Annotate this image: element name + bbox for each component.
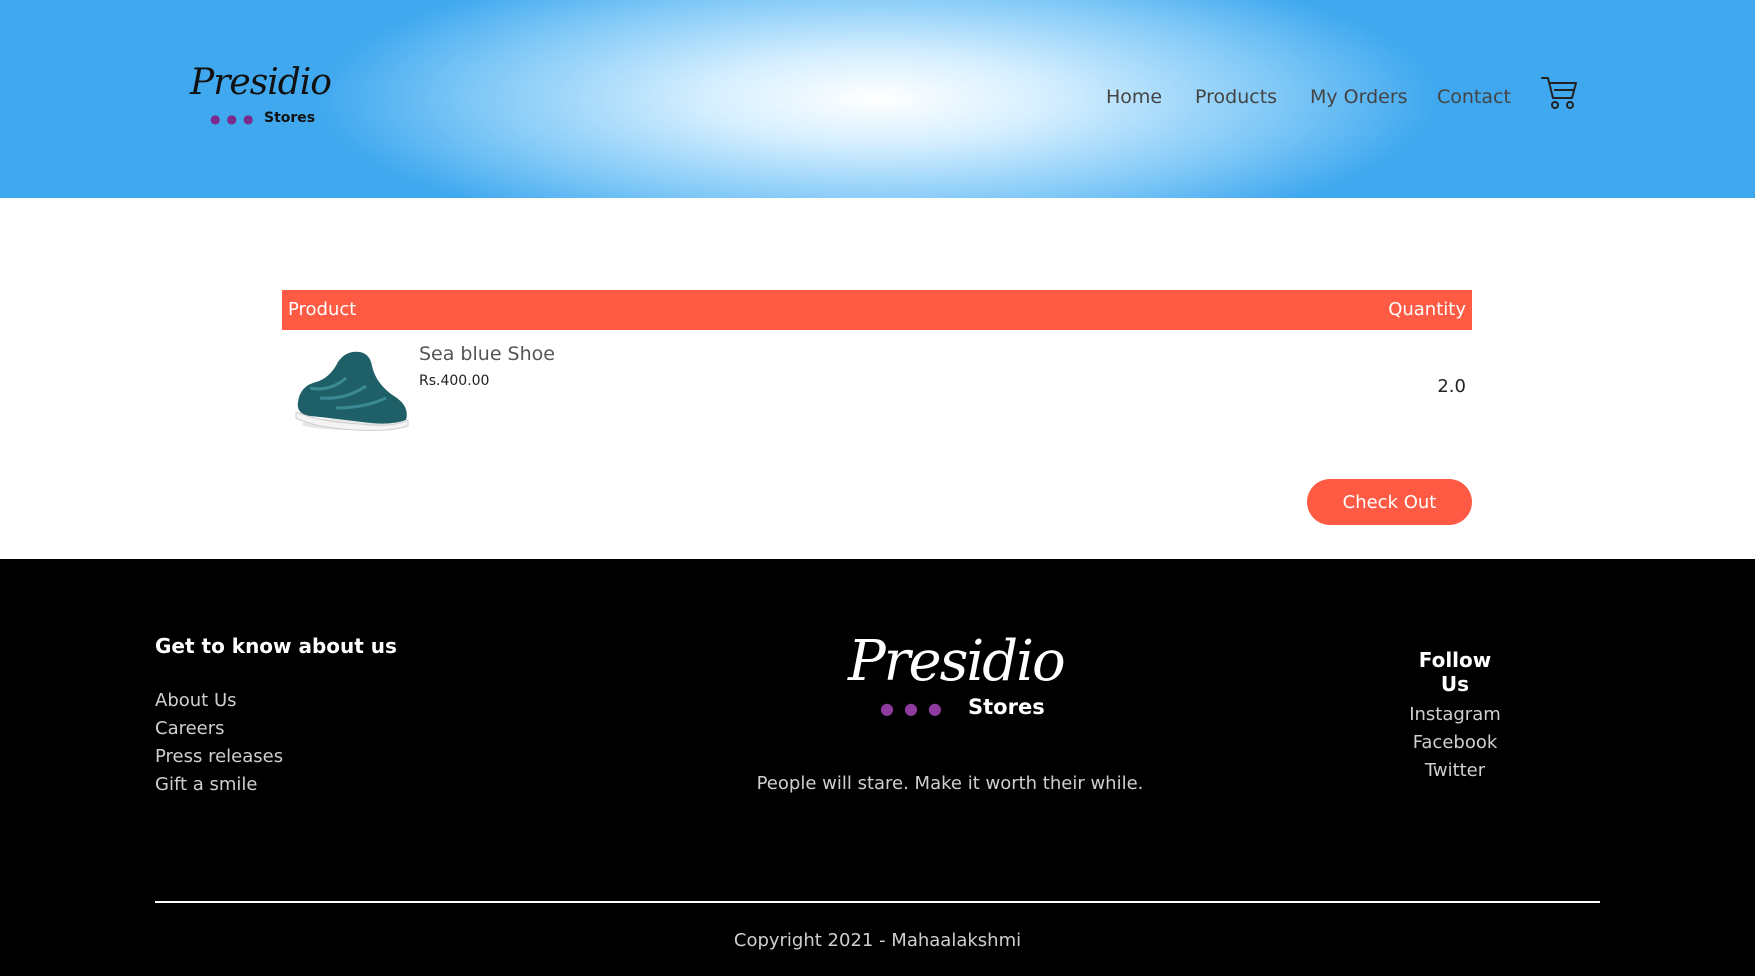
cart-table-header: Product Quantity — [282, 290, 1472, 330]
site-header: Presidio ●●● Stores Home Products My Ord… — [0, 0, 1755, 198]
footer-social-links: Instagram Facebook Twitter — [1385, 701, 1525, 785]
footer-logo-dots: ●●● — [880, 699, 952, 718]
footer-link-careers[interactable]: Careers — [155, 715, 283, 743]
footer-link-facebook[interactable]: Facebook — [1385, 729, 1525, 757]
nav-contact-link[interactable]: Contact — [1437, 86, 1511, 108]
logo-script-text: Presidio — [190, 62, 332, 103]
checkout-button[interactable]: Check Out — [1307, 479, 1472, 525]
product-quantity: 2.0 — [1437, 376, 1466, 397]
shoe-image — [290, 342, 414, 434]
footer-link-press-releases[interactable]: Press releases — [155, 743, 283, 771]
footer-logo: Presidio ●●● Stores — [848, 629, 1066, 729]
footer-tagline-text: People will stare. Make it worth their w… — [756, 773, 1144, 794]
shopping-cart-icon[interactable] — [1540, 74, 1580, 112]
footer-logo-script-text: Presidio — [848, 629, 1066, 694]
footer-link-twitter[interactable]: Twitter — [1385, 757, 1525, 785]
footer-logo-sub-text: Stores — [968, 695, 1045, 719]
logo-dots: ●●● — [210, 112, 260, 126]
nav-my-orders-link[interactable]: My Orders — [1310, 86, 1408, 108]
product-price: Rs.400.00 — [419, 373, 490, 389]
footer-link-instagram[interactable]: Instagram — [1385, 701, 1525, 729]
logo-sub-text: Stores — [264, 110, 316, 126]
column-header-product: Product — [288, 299, 357, 320]
header-logo[interactable]: Presidio ●●● Stores — [190, 62, 332, 132]
footer-about-title: Get to know about us — [155, 634, 397, 658]
footer-follow-title: Follow Us — [1418, 648, 1492, 696]
nav-home-link[interactable]: Home — [1106, 86, 1162, 108]
footer-copyright: Copyright 2021 - Mahaalakshmi — [733, 930, 1022, 951]
footer-divider — [155, 901, 1600, 903]
cart-item-row: Sea blue Shoe Rs.400.00 2.0 — [282, 338, 1472, 438]
site-footer: Get to know about us About Us Careers Pr… — [0, 559, 1755, 976]
column-header-quantity: Quantity — [1388, 299, 1466, 320]
nav-products-link[interactable]: Products — [1195, 86, 1277, 108]
footer-link-about-us[interactable]: About Us — [155, 687, 283, 715]
product-name[interactable]: Sea blue Shoe — [419, 343, 555, 365]
